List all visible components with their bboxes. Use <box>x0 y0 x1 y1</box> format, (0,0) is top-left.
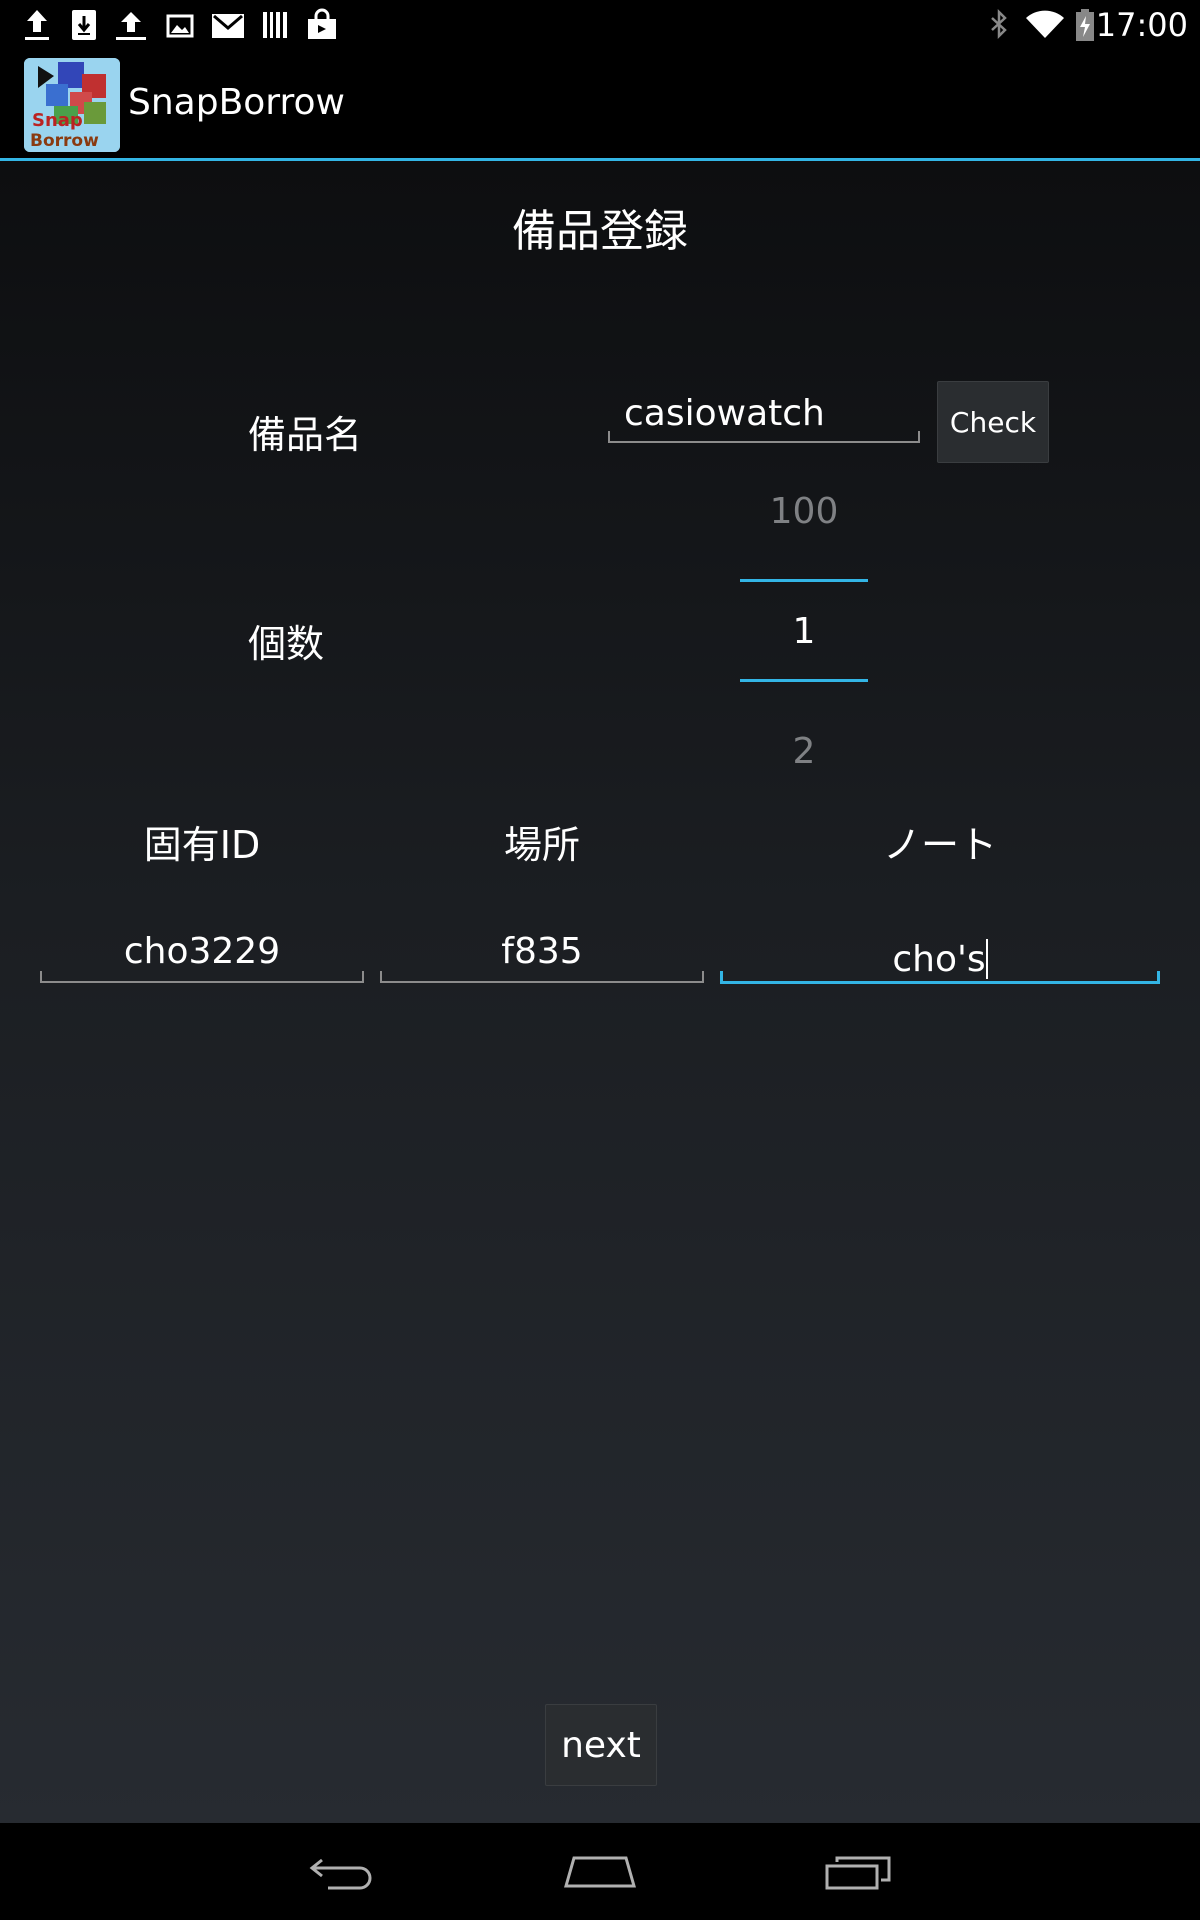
gmail-icon <box>212 14 244 38</box>
next-button[interactable]: next <box>545 1704 657 1786</box>
app-logo-icon[interactable]: Snap Borrow <box>24 58 120 152</box>
note-label: ノート <box>882 823 997 867</box>
quantity-current-value[interactable]: 1 <box>700 611 908 652</box>
navigation-bar <box>0 1823 1200 1920</box>
home-icon[interactable] <box>540 1837 660 1907</box>
bluetooth-icon <box>991 8 1007 40</box>
location-label: 場所 <box>503 823 580 867</box>
wifi-icon <box>1026 10 1064 38</box>
unique-id-label: 固有ID <box>143 823 261 867</box>
item-name-field[interactable]: casiowatch <box>608 389 920 443</box>
location-field[interactable]: f835 <box>380 923 704 983</box>
registration-form: 備品登録 備品名 casiowatch Check 個数 100 1 2 固有I… <box>0 161 1200 1823</box>
shopping-bag-icon <box>308 8 336 39</box>
status-time: 17:00 <box>1095 6 1188 44</box>
back-icon[interactable] <box>283 1837 403 1907</box>
status-bar: 17:00 <box>0 0 1200 50</box>
note-field[interactable]: cho's <box>720 923 1160 984</box>
app-title: SnapBorrow <box>128 82 345 123</box>
svg-text:Borrow: Borrow <box>30 131 99 151</box>
download-icon <box>72 10 96 40</box>
image-icon <box>166 14 194 38</box>
check-button[interactable]: Check <box>937 381 1049 463</box>
barcode-icon <box>263 12 287 38</box>
quantity-label: 個数 <box>248 622 325 666</box>
unique-id-value: cho3229 <box>123 931 281 972</box>
item-name-label: 備品名 <box>248 413 363 457</box>
upload-icon <box>25 10 49 40</box>
location-value: f835 <box>501 931 583 972</box>
recent-apps-icon[interactable] <box>798 1837 918 1907</box>
quantity-next-value[interactable]: 2 <box>700 731 908 772</box>
note-value: cho's <box>892 939 986 980</box>
item-name-value: casiowatch <box>624 393 825 434</box>
text-cursor <box>985 939 988 979</box>
unique-id-field[interactable]: cho3229 <box>40 923 364 983</box>
page-title: 備品登録 <box>512 206 688 257</box>
quantity-prev-value[interactable]: 100 <box>700 491 908 532</box>
picker-divider-bottom <box>740 679 868 682</box>
svg-text:Snap: Snap <box>32 110 83 131</box>
battery-charging-icon <box>1076 9 1094 41</box>
action-bar: Snap Borrow SnapBorrow <box>0 50 1200 161</box>
upload-icon <box>116 12 146 40</box>
picker-divider-top <box>740 579 868 582</box>
